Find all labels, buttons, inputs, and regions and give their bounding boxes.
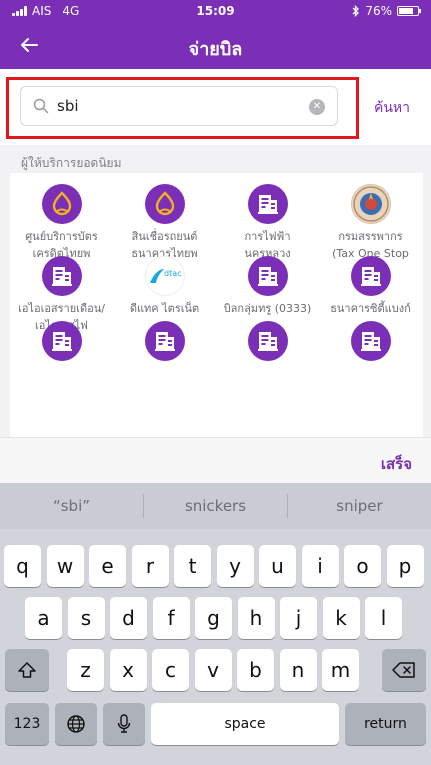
status-right: 76% — [352, 4, 421, 18]
bill-building-icon — [155, 332, 175, 351]
dtac-logo-text: dtac — [164, 269, 182, 278]
app-header: AIS 4G 15:09 76% จ่ายบิล — [0, 0, 431, 69]
popular-providers-section: ผู้ให้บริการยอดนิยม ศูนย์บริการบัตร เครด… — [0, 145, 431, 437]
key-t[interactable]: t — [174, 545, 211, 587]
key-z[interactable]: z — [67, 649, 104, 691]
key-i[interactable]: i — [301, 545, 339, 587]
search-button[interactable]: ค้นหา — [374, 97, 410, 119]
key-d[interactable]: d — [110, 597, 147, 639]
key-y[interactable]: y — [216, 545, 254, 587]
providers-grid: ศูนย์บริการบัตร เครดิตไทยพ สินเชื่อรถยนต์… — [10, 173, 423, 437]
provider-icon — [145, 184, 185, 224]
keyboard: “sbi” snickers sniper 123 space return q… — [0, 483, 431, 765]
suggestion-1[interactable]: “sbi” — [0, 483, 143, 529]
provider-label: ธนาคารซิตี้แบงก์ — [330, 302, 411, 315]
bill-building-icon — [52, 332, 72, 351]
microphone-icon — [117, 714, 131, 733]
bluetooth-icon — [352, 5, 360, 17]
key-a[interactable]: a — [25, 597, 62, 639]
key-l[interactable]: l — [365, 597, 402, 639]
microphone-key[interactable] — [103, 703, 145, 745]
key-e[interactable]: e — [89, 545, 126, 587]
provider-label: ดีแทค ไตรเน็ต — [129, 302, 200, 315]
key-h[interactable]: h — [237, 597, 275, 639]
revenue-department-seal-icon — [353, 186, 389, 222]
suggestion-3[interactable]: sniper — [288, 483, 431, 529]
provider-tile[interactable] — [10, 321, 113, 431]
battery-icon — [397, 6, 421, 16]
provider-icon — [42, 321, 82, 361]
bill-building-icon — [258, 267, 278, 286]
provider-icon — [248, 184, 288, 224]
bill-building-icon — [361, 267, 381, 286]
provider-tile[interactable] — [113, 321, 216, 431]
predictive-bar: “sbi” snickers sniper — [0, 483, 431, 529]
key-b[interactable]: b — [237, 649, 274, 691]
scb-logo-icon — [52, 191, 72, 216]
key-x[interactable]: x — [109, 649, 147, 691]
bill-building-icon — [258, 332, 278, 351]
provider-icon — [351, 256, 391, 296]
provider-icon — [248, 321, 288, 361]
provider-icon — [248, 256, 288, 296]
clear-icon[interactable]: ✕ — [309, 99, 325, 115]
key-c[interactable]: c — [152, 649, 189, 691]
status-bar: AIS 4G 15:09 76% — [0, 0, 431, 22]
key-w[interactable]: w — [46, 545, 84, 587]
battery-percent: 76% — [365, 4, 392, 18]
return-key[interactable]: return — [345, 703, 426, 745]
nav-bar: จ่ายบิล — [0, 22, 431, 69]
battery-fill — [399, 8, 413, 14]
bill-building-icon — [258, 195, 278, 214]
provider-icon — [145, 321, 185, 361]
key-o[interactable]: o — [344, 545, 381, 587]
search-input[interactable] — [57, 94, 297, 118]
done-button[interactable]: เสร็จ — [381, 452, 412, 476]
key-s[interactable]: s — [67, 597, 105, 639]
provider-label: บิลกลุ่มทรู (0333) — [223, 302, 312, 315]
key-r[interactable]: r — [131, 545, 169, 587]
key-f[interactable]: f — [152, 597, 190, 639]
globe-key[interactable] — [55, 703, 97, 745]
delete-key[interactable] — [382, 649, 426, 691]
keyboard-toolbar: เสร็จ — [0, 437, 431, 483]
key-m[interactable]: m — [322, 649, 359, 691]
key-n[interactable]: n — [279, 649, 317, 691]
section-title: ผู้ให้บริการยอดนิยม — [21, 156, 122, 170]
bill-building-icon — [52, 267, 72, 286]
numbers-key[interactable]: 123 — [5, 703, 49, 745]
shift-icon — [18, 662, 36, 678]
search-area: ✕ ค้นหา — [0, 69, 431, 145]
provider-tile[interactable] — [216, 321, 319, 431]
delete-icon — [392, 662, 415, 678]
provider-icon — [351, 184, 391, 224]
provider-icon: dtac — [145, 256, 185, 296]
key-g[interactable]: g — [195, 597, 232, 639]
bill-building-icon — [361, 332, 381, 351]
key-u[interactable]: u — [259, 545, 296, 587]
key-k[interactable]: k — [322, 597, 360, 639]
space-key[interactable]: space — [151, 703, 339, 745]
search-icon — [33, 98, 49, 114]
key-p[interactable]: p — [386, 545, 424, 587]
key-q[interactable]: q — [4, 545, 41, 587]
key-v[interactable]: v — [194, 649, 232, 691]
shift-key[interactable] — [5, 649, 49, 691]
search-box[interactable]: ✕ — [20, 86, 338, 126]
page-title: จ่ายบิล — [188, 39, 243, 60]
key-j[interactable]: j — [280, 597, 317, 639]
suggestion-2[interactable]: snickers — [144, 483, 287, 529]
provider-icon — [42, 256, 82, 296]
provider-tile[interactable] — [319, 321, 422, 431]
scb-logo-icon — [155, 191, 175, 216]
globe-icon — [67, 715, 85, 733]
provider-icon — [351, 321, 391, 361]
provider-icon — [42, 184, 82, 224]
